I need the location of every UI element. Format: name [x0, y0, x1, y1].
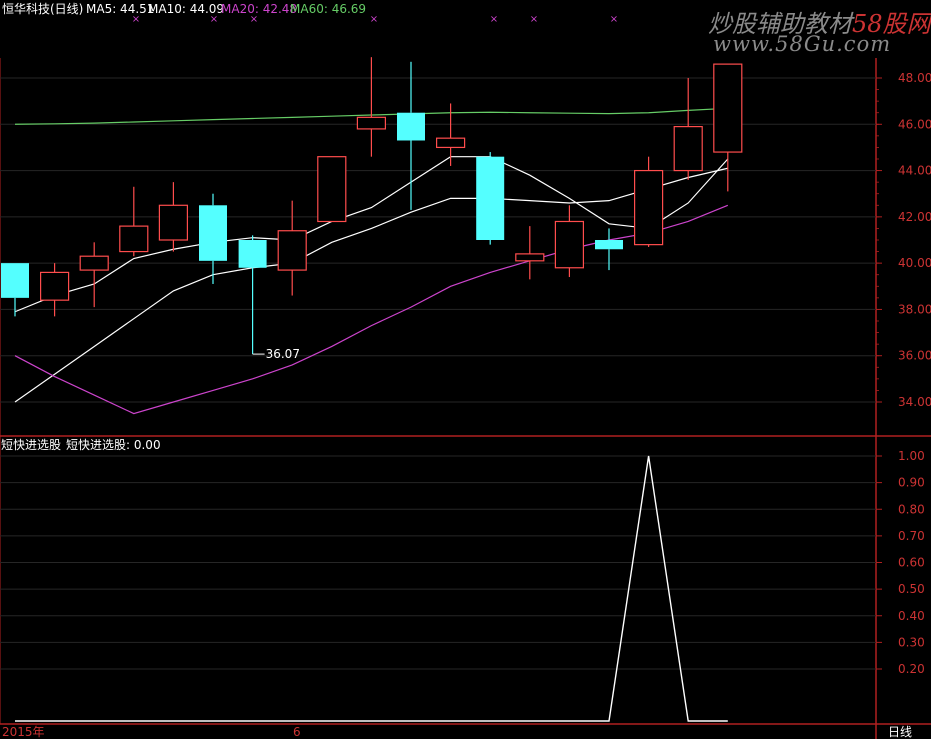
price-tick-label: 38.00 [898, 302, 931, 316]
indicator-name: 短快进选股 [1, 438, 62, 452]
candle [397, 61, 425, 210]
candle-body [356, 116, 386, 130]
price-tick-label: 42.00 [898, 210, 931, 224]
candle-body [119, 225, 149, 253]
candle [79, 242, 109, 308]
ma20-label: MA20: 42.48 [221, 2, 298, 16]
candle [595, 228, 623, 271]
candle [476, 152, 505, 245]
price-axis: 48.00 46.00 44.00 42.00 40.00 38.00 36.00 34.00… [252, 71, 931, 676]
chart-canvas[interactable]: 48.00 46.00 44.00 42.00 40.00 38.00 36.00 34.00… [0, 0, 931, 739]
chart-frame [0, 58, 931, 739]
price-tick-label: 34.00 [898, 395, 931, 409]
ma5-label: MA5: 44.51 [86, 2, 155, 16]
indicator-value: 短快进选股: 0.00 [66, 438, 161, 452]
candle-body [317, 156, 347, 223]
indicator-tick-label: 1.00 [898, 449, 925, 463]
candle-body [1, 263, 29, 298]
candle [277, 200, 307, 296]
candle-body [673, 125, 703, 172]
candle [554, 205, 585, 278]
year-label: 2015年 [2, 725, 45, 739]
ma60-label: MA60: 46.69 [290, 2, 367, 16]
candle [356, 57, 386, 157]
candle-body [595, 240, 623, 250]
candle [713, 63, 743, 192]
candle-body [39, 271, 70, 301]
candle-body [158, 204, 188, 241]
ma10-label: MA10: 44.09 [148, 2, 225, 16]
price-tick-label: 48.00 [898, 71, 931, 85]
price-tick-label: 40.00 [898, 256, 931, 270]
candle-body [436, 137, 466, 149]
candle-body [515, 253, 545, 262]
price-tick-label: 44.00 [898, 164, 931, 178]
candle [158, 182, 188, 252]
top-x-marker: × [370, 14, 378, 25]
period-button[interactable]: 日线 [888, 725, 912, 739]
indicator-tick-label: 0.90 [898, 476, 925, 490]
top-x-marker: × [610, 14, 618, 25]
watermark-url: www.58Gu.com [713, 32, 892, 56]
indicator-line [15, 455, 728, 722]
indicator-tick-label: 0.50 [898, 582, 925, 596]
candle-body [79, 255, 109, 271]
grid-lines [0, 77, 876, 670]
indicator-tick-label: 0.20 [898, 662, 925, 676]
stock-title: 恒华科技(日线) [2, 2, 84, 16]
candle-body [277, 230, 307, 271]
top-x-marker: × [490, 14, 498, 25]
indicator-tick-label: 0.70 [898, 529, 925, 543]
candle-body [633, 169, 664, 246]
indicator-tick-label: 0.60 [898, 556, 925, 570]
candle [633, 156, 664, 247]
indicator-tick-label: 0.40 [898, 609, 925, 623]
low-annotation-label: 36.07 [266, 347, 300, 361]
candle [1, 263, 29, 317]
candle [238, 235, 267, 355]
top-x-marker: × [530, 14, 538, 25]
candle [199, 193, 227, 284]
month-label: 6 [293, 725, 301, 739]
candle-body [397, 112, 425, 141]
candle-body [554, 220, 585, 269]
indicator-tick-label: 0.80 [898, 502, 925, 516]
candle [39, 263, 70, 317]
indicator-tick-label: 0.30 [898, 635, 925, 649]
price-tick-label: 46.00 [898, 117, 931, 131]
candle-body [199, 205, 227, 261]
candle [119, 186, 149, 257]
candle [673, 78, 703, 180]
ma-line-ma10 [14, 167, 728, 403]
price-tick-label: 36.00 [898, 349, 931, 363]
candle-body [476, 156, 505, 240]
candle [515, 226, 545, 280]
candle-body [713, 63, 743, 153]
candle [317, 156, 347, 223]
candle-body [238, 240, 267, 268]
indicator-signal-line [15, 455, 728, 722]
